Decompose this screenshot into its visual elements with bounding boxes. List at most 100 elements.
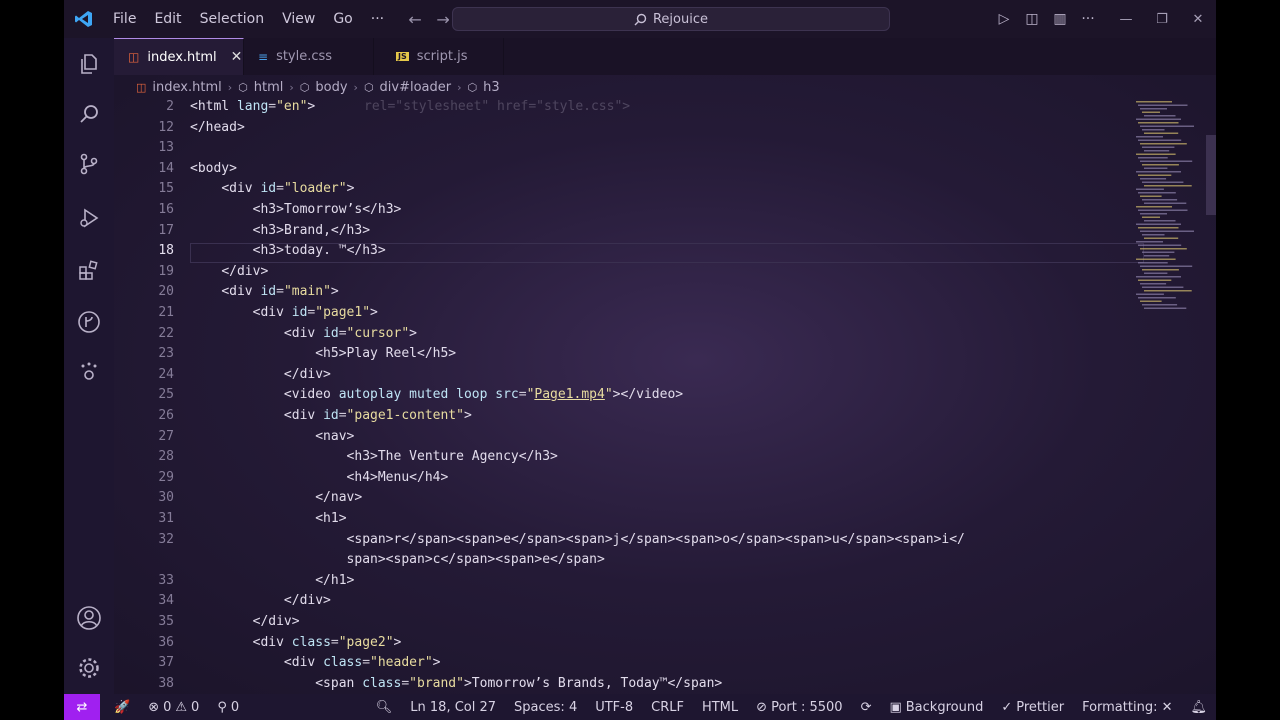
tab-style-css[interactable]: ≡ style.css: [244, 38, 374, 75]
indentation[interactable]: Spaces: 4: [505, 700, 586, 715]
code-line[interactable]: 22 <div id="cursor">: [114, 326, 1144, 346]
code-line[interactable]: 18 <h3>today. ™</h3>: [114, 243, 1144, 263]
language-mode[interactable]: HTML: [693, 700, 747, 715]
minimap[interactable]: [1134, 99, 1204, 319]
git-graph-icon[interactable]: [64, 302, 114, 342]
remote-indicator-icon[interactable]: ⇄: [64, 694, 100, 720]
code-line[interactable]: 33 </h1>: [114, 573, 1144, 593]
code-line[interactable]: 23 <h5>Play Reel</h5>: [114, 346, 1144, 366]
bell-icon[interactable]: 🔔︎: [1181, 700, 1216, 715]
remote-explorer-icon[interactable]: [64, 352, 114, 392]
menu-go[interactable]: Go: [324, 0, 361, 38]
run-icon[interactable]: ▷: [990, 11, 1018, 27]
prettier-status[interactable]: ✓ Prettier: [992, 700, 1073, 715]
code-line[interactable]: 37 <div class="header">: [114, 655, 1144, 675]
image-icon: ▣: [889, 699, 902, 715]
run-debug-icon[interactable]: [64, 198, 114, 238]
code-line[interactable]: 13: [114, 140, 1144, 160]
vertical-scrollbar[interactable]: [1206, 135, 1216, 215]
minimap-line: [1144, 220, 1176, 222]
code-line[interactable]: 34 </div>: [114, 593, 1144, 613]
minimap-line: [1142, 269, 1179, 271]
search-sidebar-icon[interactable]: [64, 94, 114, 134]
code-line[interactable]: 20 <div id="main">: [114, 284, 1144, 304]
code-line[interactable]: 31 <h1>: [114, 511, 1144, 531]
code-line[interactable]: 27 <nav>: [114, 429, 1144, 449]
live-server[interactable]: ⊘ Port : 5500: [747, 700, 851, 715]
code-line[interactable]: 17 <h3>Brand,</h3>: [114, 223, 1144, 243]
line-endings[interactable]: CRLF: [642, 700, 693, 715]
breadcrumb-h3[interactable]: h3: [483, 80, 500, 95]
code-line[interactable]: 26 <div id="page1-content">: [114, 408, 1144, 428]
source-control-icon[interactable]: [64, 144, 114, 184]
menu-edit[interactable]: Edit: [145, 0, 190, 38]
tab-index-html[interactable]: ◫ index.html ✕: [114, 38, 244, 75]
close-window-icon[interactable]: ✕: [1180, 12, 1216, 27]
encoding[interactable]: UTF-8: [586, 700, 642, 715]
ports-indicator[interactable]: ⚲ 0: [208, 700, 248, 715]
code-line[interactable]: 15 <div id="loader">: [114, 181, 1144, 201]
toggle-panel-icon[interactable]: ◫: [1018, 11, 1046, 27]
code-line[interactable]: 25 <video autoplay muted loop src="Page1…: [114, 387, 1144, 407]
minimap-line: [1136, 136, 1163, 138]
minimap-line: [1142, 111, 1160, 113]
problems-indicator[interactable]: ⊗ 0 ⚠ 0: [139, 700, 208, 715]
code-line[interactable]: 36 <div class="page2">: [114, 635, 1144, 655]
account-icon[interactable]: [64, 598, 114, 638]
vscode-logo-icon: [64, 0, 104, 38]
minimap-line: [1140, 213, 1167, 215]
code-line[interactable]: 35 </div>: [114, 614, 1144, 634]
code-line[interactable]: 24 </div>: [114, 367, 1144, 387]
breadcrumb-file[interactable]: index.html: [152, 80, 221, 95]
code-line[interactable]: 38 <span class="brand">Tomorrow’s Brands…: [114, 676, 1144, 696]
code-text: </div>: [283, 367, 331, 382]
back-arrow-icon[interactable]: ←: [401, 10, 429, 29]
breadcrumb-div-loader[interactable]: div#loader: [380, 80, 452, 95]
code-line[interactable]: 16 <h3>Tomorrow’s</h3>: [114, 202, 1144, 222]
code-line[interactable]: 21 <div id="page1">: [114, 305, 1144, 325]
explorer-icon[interactable]: [64, 44, 114, 84]
menu-more[interactable]: ···: [362, 0, 393, 38]
menu-selection[interactable]: Selection: [191, 0, 274, 38]
split-editor-icon[interactable]: ▥: [1046, 11, 1074, 27]
command-center[interactable]: Rejouice: [452, 7, 890, 31]
minimap-line: [1136, 223, 1181, 225]
code-text: <html lang="en">: [190, 99, 316, 114]
cursor-position[interactable]: Ln 18, Col 27: [401, 700, 505, 715]
code-line[interactable]: 32 <span>r</span><span>e</span><span>j</…: [114, 532, 1144, 552]
code-text: <h3>The Venture Agency</h3>: [346, 449, 558, 464]
element-icon: ⬡: [299, 80, 310, 94]
tab-label: script.js: [416, 49, 468, 64]
menu-file[interactable]: File: [104, 0, 145, 38]
minimize-icon[interactable]: —: [1108, 12, 1144, 27]
more-actions-icon[interactable]: ···: [1074, 11, 1102, 27]
code-line[interactable]: 29 <h4>Menu</h4>: [114, 470, 1144, 490]
minimap-line: [1136, 153, 1176, 155]
menu-view[interactable]: View: [273, 0, 324, 38]
breadcrumb-html[interactable]: html: [254, 80, 284, 95]
breadcrumb-body[interactable]: body: [315, 80, 347, 95]
code-line[interactable]: 14 <body>: [114, 161, 1144, 181]
zoom-icon[interactable]: 🔍︎: [367, 700, 402, 715]
line-number: 27: [158, 429, 174, 444]
code-line[interactable]: 12 </head>: [114, 120, 1144, 140]
restore-icon[interactable]: ❐: [1144, 12, 1180, 27]
minimap-line: [1140, 230, 1194, 232]
rocket-icon[interactable]: 🚀: [100, 700, 139, 715]
code-line[interactable]: 30 </nav>: [114, 490, 1144, 510]
minimap-line: [1142, 181, 1184, 183]
settings-gear-icon[interactable]: [64, 648, 114, 688]
code-line[interactable]: span><span>c</span><span>e</span>: [114, 552, 1144, 572]
minimap-line: [1140, 283, 1167, 285]
code-line[interactable]: 19 </div>: [114, 264, 1144, 284]
formatting-status[interactable]: Formatting: ✕: [1073, 700, 1181, 715]
code-editor[interactable]: rel="stylesheet" href="style.css"> 2 <htm…: [114, 99, 1184, 694]
line-number: 22: [158, 326, 174, 341]
close-tab-icon[interactable]: ✕: [231, 49, 243, 65]
sync-icon[interactable]: ⟳: [852, 700, 881, 715]
code-line[interactable]: 2 <html lang="en">: [114, 99, 1144, 119]
tab-script-js[interactable]: JS script.js: [374, 38, 504, 75]
code-line[interactable]: 28 <h3>The Venture Agency</h3>: [114, 449, 1144, 469]
extensions-icon[interactable]: [64, 250, 114, 290]
background-extension[interactable]: ▣ Background: [880, 700, 992, 715]
